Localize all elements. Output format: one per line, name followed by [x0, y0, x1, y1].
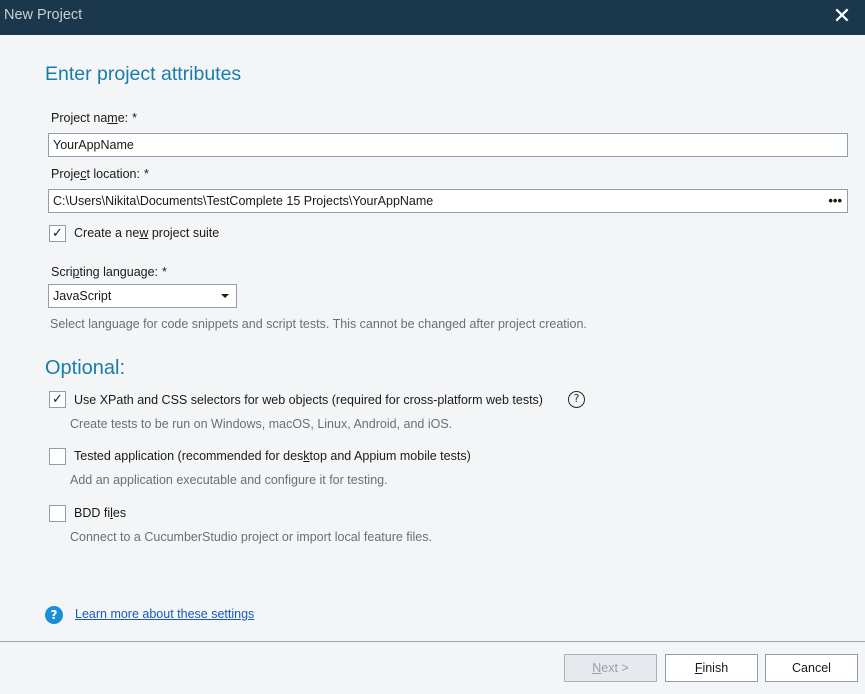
selected-language: JavaScript	[53, 289, 112, 303]
label-text: project suite	[148, 226, 220, 240]
button-accesskey: N	[592, 661, 602, 675]
label-text: t location:	[86, 167, 140, 181]
label-text: Use XPath and CSS selectors for web ob	[74, 393, 303, 407]
label-accesskey: w	[139, 226, 149, 240]
create-suite-checkbox[interactable]: ✓	[49, 225, 66, 242]
tested-application-hint: Add an application executable and config…	[70, 473, 388, 487]
bdd-files-hint: Connect to a CucumberStudio project or i…	[70, 530, 432, 544]
section-heading-optional: Optional:	[45, 357, 126, 379]
project-location-value: C:\Users\Nikita\Documents\TestComplete 1…	[53, 194, 434, 208]
window-title: New Project	[4, 7, 83, 23]
scripting-language-hint: Select language for code snippets and sc…	[50, 317, 587, 331]
label-text: e:	[117, 111, 129, 125]
next-button[interactable]: Next >	[564, 654, 657, 682]
label-text: Scri	[51, 265, 73, 279]
tested-application-label[interactable]: Tested application (recommended for desk…	[74, 449, 471, 463]
required-marker: *	[162, 265, 167, 279]
tested-application-checkbox[interactable]	[49, 448, 66, 465]
project-name-value: YourAppName	[53, 138, 134, 152]
xpath-css-hint: Create tests to be run on Windows, macOS…	[70, 417, 453, 431]
close-icon[interactable]: ✕	[829, 4, 855, 30]
label-text: Project na	[51, 111, 108, 125]
project-location-label: Project location: *	[51, 167, 149, 181]
label-text: ects (required for cross-platform web te…	[305, 393, 543, 407]
xpath-css-label[interactable]: Use XPath and CSS selectors for web obje…	[74, 393, 543, 407]
button-label: inish	[702, 661, 729, 675]
required-marker: *	[143, 167, 149, 181]
finish-button[interactable]: Finish	[665, 654, 758, 682]
label-text: BDD fi	[74, 506, 111, 520]
scripting-language-select[interactable]: JavaScript	[48, 284, 237, 308]
project-location-input[interactable]: C:\Users\Nikita\Documents\TestComplete 1…	[48, 189, 848, 213]
label-text: Create a ne	[74, 226, 140, 240]
label-text: Tested application (recommended for des	[74, 449, 304, 463]
project-name-input[interactable]: YourAppName	[48, 133, 848, 157]
label-text: es	[112, 506, 127, 520]
bdd-files-checkbox[interactable]	[49, 505, 66, 522]
learn-more-link[interactable]: Learn more about these settings	[75, 607, 254, 621]
bdd-files-label[interactable]: BDD files	[74, 506, 126, 520]
label-text: ting language:	[79, 265, 159, 279]
button-label: ext >	[601, 661, 629, 675]
required-marker: *	[132, 111, 138, 125]
title-bar: New Project ✕	[0, 0, 865, 35]
section-heading-attributes: Enter project attributes	[45, 63, 242, 85]
label-accesskey: m	[107, 111, 118, 125]
chevron-down-icon	[221, 294, 229, 298]
label-text: top and Appium mobile tests)	[309, 449, 471, 463]
xpath-css-checkbox[interactable]: ✓	[49, 391, 66, 408]
cancel-button[interactable]: Cancel	[765, 654, 858, 682]
label-text: Proje	[51, 167, 81, 181]
footer-divider	[0, 641, 865, 642]
project-name-label: Project name: *	[51, 111, 137, 125]
browse-button[interactable]: •••	[828, 190, 842, 212]
create-suite-label[interactable]: Create a new project suite	[74, 226, 219, 240]
scripting-language-label: Scripting language: *	[51, 265, 167, 279]
help-icon[interactable]: ?	[568, 391, 585, 408]
question-circle-icon: ?	[45, 606, 63, 624]
